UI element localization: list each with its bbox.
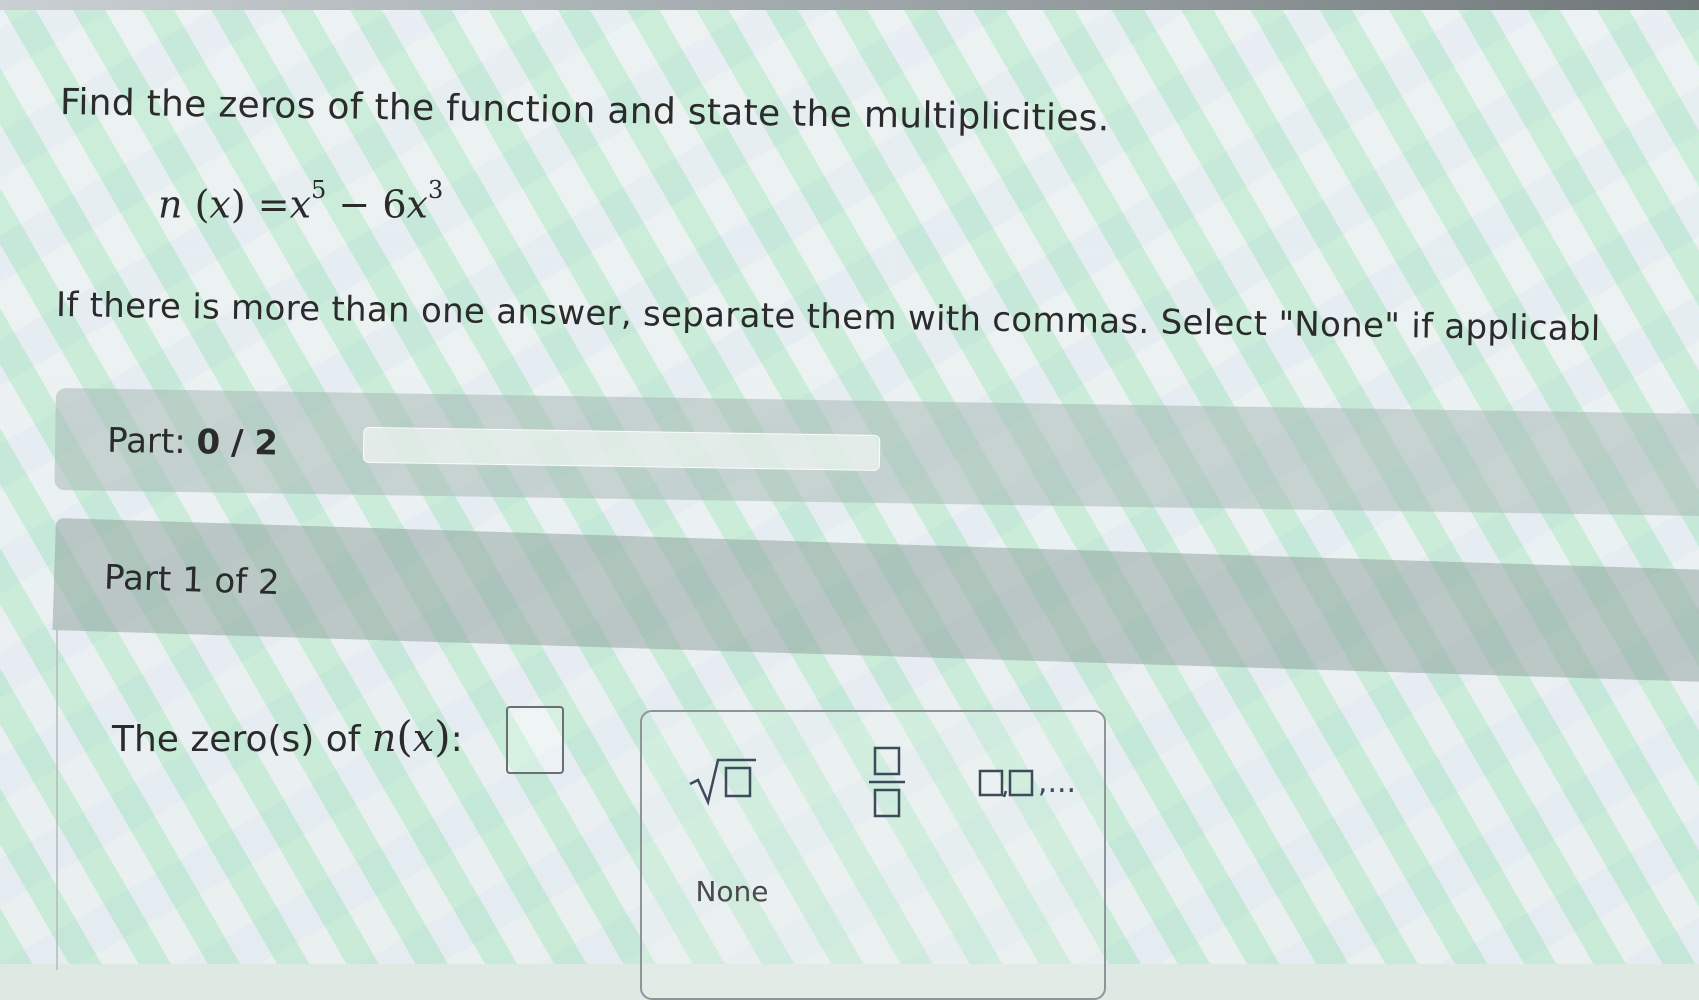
instruction-text: If there is more than one answer, separa…	[55, 285, 1601, 350]
close-paren: )	[230, 182, 246, 227]
function-name: n	[158, 182, 183, 227]
progress-fill	[363, 427, 365, 462]
zero-prompt: The zero(s) of n(x):	[112, 712, 463, 761]
part-label: Part:	[106, 420, 187, 463]
zero-prompt-colon: :	[450, 719, 463, 760]
none-button[interactable]: None	[682, 866, 782, 916]
part-total: 2	[253, 423, 279, 464]
part-progress-panel: Part: 0 / 2	[54, 388, 1699, 517]
sqrt-button[interactable]	[682, 750, 762, 810]
function-equation: n (x) =x5 − 6x3	[158, 176, 443, 227]
zero-prompt-close-paren: )	[434, 712, 451, 761]
term2-coefficient: 6	[382, 182, 407, 227]
part-progress-label: Part: 0 / 2	[107, 421, 278, 464]
zero-prompt-prefix: The zero(s) of	[112, 719, 361, 760]
term1-base: x	[289, 182, 312, 227]
term1-exponent: 5	[311, 176, 327, 204]
part-current: 0	[196, 422, 221, 463]
list-icon	[978, 769, 1034, 798]
zero-prompt-variable: x	[412, 716, 435, 760]
fraction-button[interactable]	[852, 742, 922, 822]
minus-operator: −	[338, 182, 371, 227]
question-page: Find the zeros of the function and state…	[0, 0, 1699, 1000]
answer-input[interactable]	[506, 706, 564, 774]
zero-prompt-open-paren: (	[396, 712, 413, 761]
sqrt-icon	[689, 758, 756, 806]
fraction-icon	[869, 746, 905, 818]
open-paren: (	[194, 182, 210, 227]
math-keypad: ,... None	[640, 710, 1106, 1000]
zero-prompt-function: n	[371, 716, 397, 760]
term2-exponent: 3	[427, 176, 444, 204]
part-separator: /	[230, 422, 244, 463]
term2-base: x	[406, 182, 428, 227]
list-button[interactable]: ,...	[972, 752, 1082, 812]
progress-bar	[362, 426, 881, 471]
part-header-label: Part 1 of 2	[103, 557, 281, 604]
question-prompt: Find the zeros of the function and state…	[59, 82, 1110, 140]
equals-sign: =	[257, 182, 290, 227]
list-suffix: ,...	[1037, 764, 1077, 800]
function-variable: x	[209, 182, 231, 227]
